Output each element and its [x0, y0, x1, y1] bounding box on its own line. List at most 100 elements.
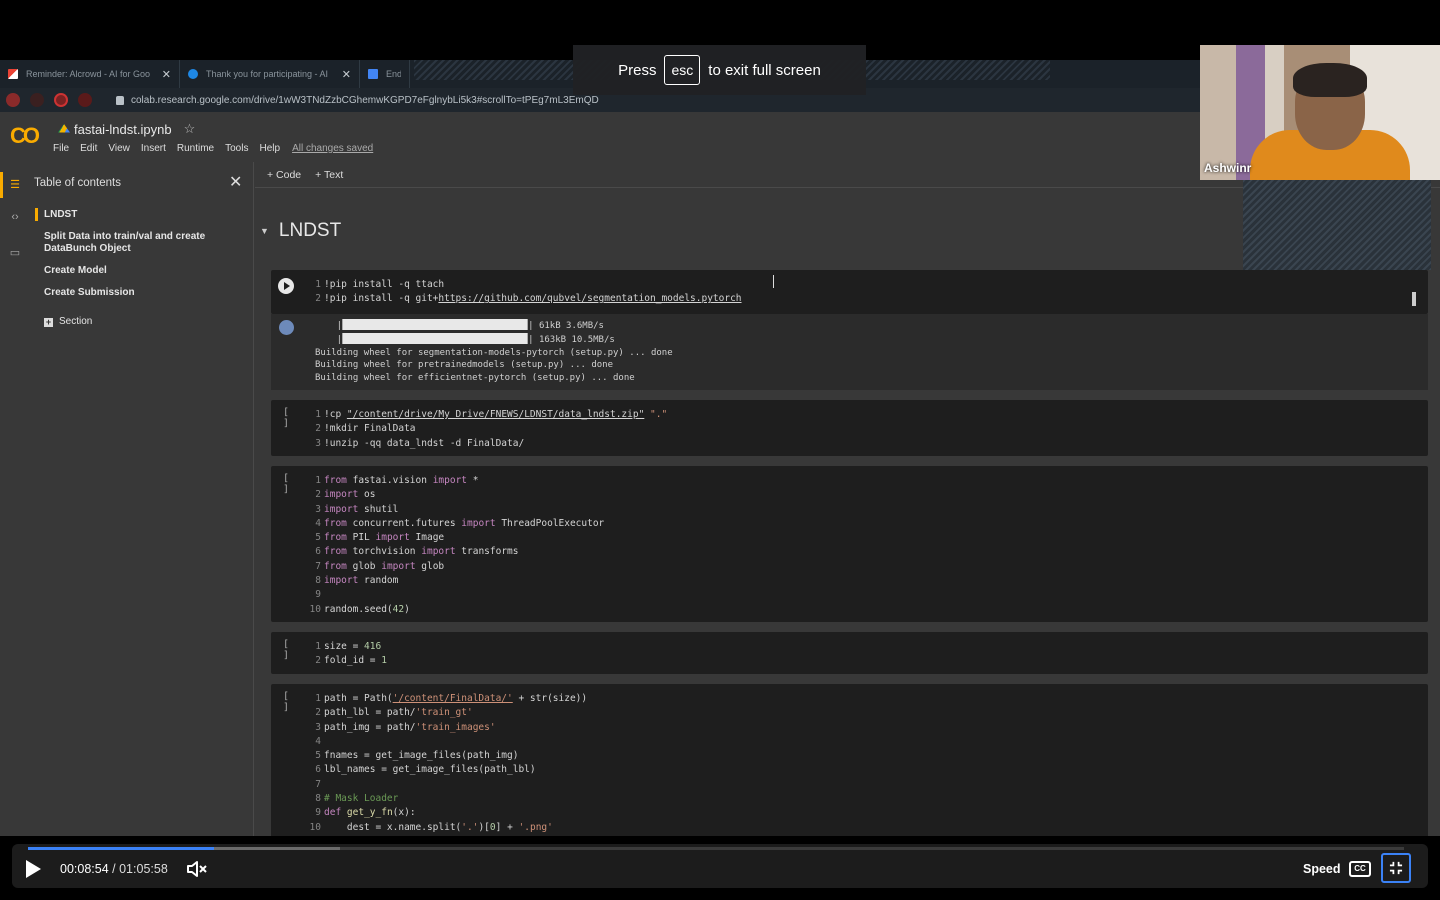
- output-line: 61kB 3.6MB/s: [538, 321, 604, 331]
- code-snippets-icon[interactable]: ‹›: [8, 211, 22, 225]
- sidebar-icon-strip: ☰ ‹› ▭: [0, 162, 28, 842]
- output-line: Building wheel for segmentation-models-p…: [315, 347, 673, 358]
- output-text: | | 61kB 3.6MB/s | | 163kB 10.5MB/s Buildi…: [315, 319, 673, 384]
- cell-scrollbar[interactable]: [1412, 292, 1416, 306]
- browser-tab-2[interactable]: Thank you for participating - AI ✕: [180, 60, 360, 88]
- cell-code[interactable]: 1 !pip install -q ttach 2 !pip install -q …: [307, 278, 741, 307]
- toc-item-split-data[interactable]: Split Data into train/val and create Dat…: [44, 231, 224, 255]
- cell-code[interactable]: 1 size = 416 2 fold_id = 1: [307, 640, 387, 669]
- code-line: !mkdir FinalData: [324, 423, 416, 435]
- code-string[interactable]: "/content/drive/My Drive/FNEWS/LDNST/dat…: [347, 409, 644, 420]
- section-label: Section: [59, 316, 93, 327]
- webcam-feed: Ashwinr: [1200, 45, 1440, 180]
- toc-item-create-submission[interactable]: Create Submission: [44, 287, 224, 299]
- save-status[interactable]: All changes saved: [292, 143, 373, 154]
- code-line: !cp: [324, 409, 347, 420]
- cell-output-1: | | 61kB 3.6MB/s | | 163kB 10.5MB/s Buildi…: [271, 314, 1428, 390]
- output-icon[interactable]: [279, 320, 294, 335]
- notebook-title[interactable]: fastai-lndst.ipynb ☆: [58, 121, 195, 137]
- close-icon[interactable]: ✕: [342, 68, 351, 81]
- player-panel: [12, 844, 1428, 888]
- home-icon[interactable]: [78, 93, 92, 107]
- cell-code[interactable]: 1 from fastai.vision import * 2 import os …: [307, 474, 605, 617]
- code-cell-4[interactable]: [ ] 1 size = 416 2 fold_id = 1: [271, 632, 1428, 674]
- output-line: 163kB 10.5MB/s: [538, 334, 615, 345]
- fullscreen-banner: Press esc to exit full screen: [573, 45, 866, 95]
- cell-code[interactable]: 1 path = Path('/content/FinalData/' + str…: [307, 692, 588, 835]
- output-line: Building wheel for pretrainedmodels (set…: [315, 360, 614, 371]
- progress-bar[interactable]: [28, 847, 1404, 850]
- progress-bar: [342, 332, 529, 344]
- play-icon[interactable]: [26, 860, 41, 878]
- toc-sidebar: ☰ ‹› ▭ Table of contents ✕ LNDST Split D…: [0, 162, 254, 842]
- code-cell-3[interactable]: [ ] 1 from fastai.vision import * 2 import…: [271, 466, 1428, 622]
- menu-edit[interactable]: Edit: [80, 143, 97, 154]
- menu-bar: File Edit View Insert Runtime Tools Help…: [53, 143, 384, 154]
- code-line: !unzip -qq data_lndst -d FinalData/: [324, 437, 525, 449]
- star-icon[interactable]: ☆: [184, 121, 196, 137]
- code-number: 416: [364, 641, 382, 652]
- add-code-button[interactable]: + Code: [267, 169, 301, 181]
- toc-item-lndst[interactable]: LNDST: [35, 208, 224, 221]
- text-cursor: [773, 275, 778, 288]
- code-line: !pip install -q git+: [324, 293, 439, 305]
- menu-insert[interactable]: Insert: [141, 143, 166, 154]
- browser-tab-1[interactable]: Reminder: Alcrowd - AI for Goo ✕: [0, 60, 180, 88]
- webcam-person-hair: [1293, 63, 1367, 97]
- url-field[interactable]: colab.research.google.com/drive/1wW3TNdZ…: [116, 95, 599, 106]
- browser-tab-3[interactable]: End-c: [360, 60, 410, 88]
- gmail-icon: [8, 69, 18, 79]
- code-cell-2[interactable]: [ ] 1 !cp "/content/drive/My Drive/FNEWS/…: [271, 400, 1428, 456]
- files-icon[interactable]: ▭: [8, 246, 22, 260]
- esc-key: esc: [664, 55, 701, 85]
- menu-help[interactable]: Help: [259, 143, 280, 154]
- run-cell-button[interactable]: [278, 278, 294, 294]
- code-line: size =: [324, 641, 365, 652]
- run-cell-button[interactable]: [ ]: [277, 691, 295, 713]
- run-cell-button[interactable]: [ ]: [277, 639, 295, 661]
- lock-icon: [116, 95, 124, 105]
- cell-code[interactable]: 1 !cp "/content/drive/My Drive/FNEWS/LDNS…: [307, 408, 667, 451]
- code-string: ".": [644, 409, 668, 420]
- collapse-caret-icon[interactable]: ▼: [260, 226, 269, 236]
- plus-icon: +: [44, 316, 53, 327]
- total-time: 01:05:58: [119, 862, 168, 876]
- toc-item-create-model[interactable]: Create Model: [44, 265, 224, 277]
- code-cell-1[interactable]: 1 !pip install -q ttach 2 !pip install -q …: [271, 270, 1428, 314]
- back-icon[interactable]: [6, 93, 20, 107]
- output-line: Building wheel for efficientnet-pytorch …: [315, 373, 635, 384]
- menu-view[interactable]: View: [108, 143, 130, 154]
- toc-title: Table of contents: [34, 177, 121, 189]
- obscured-region: [1243, 180, 1431, 270]
- code-cell-5[interactable]: [ ] 1 path = Path('/content/FinalData/' +…: [271, 684, 1428, 842]
- close-icon[interactable]: ✕: [162, 68, 171, 81]
- forward-icon[interactable]: [30, 93, 44, 107]
- exit-fullscreen-icon[interactable]: [1381, 853, 1411, 883]
- colab-page: CO fastai-lndst.ipynb ☆ File Edit View I…: [0, 112, 1440, 842]
- add-text-button[interactable]: + Text: [315, 169, 343, 181]
- close-icon[interactable]: ✕: [229, 172, 242, 192]
- url-text: colab.research.google.com/drive/1wW3TNdZ…: [131, 94, 599, 106]
- drive-icon: [58, 124, 70, 133]
- played-bar: [28, 847, 214, 850]
- speed-button[interactable]: Speed: [1303, 862, 1341, 876]
- reload-icon[interactable]: [54, 93, 68, 107]
- run-cell-button[interactable]: [ ]: [277, 473, 295, 495]
- captions-icon[interactable]: CC: [1349, 861, 1371, 877]
- toc-add-section[interactable]: + Section: [44, 316, 224, 328]
- toc-icon[interactable]: ☰: [0, 172, 22, 198]
- menu-runtime[interactable]: Runtime: [177, 143, 214, 154]
- notebook-title-text[interactable]: fastai-lndst.ipynb: [74, 122, 172, 137]
- mute-icon[interactable]: [186, 860, 208, 878]
- aicrowd-icon: [188, 69, 198, 79]
- time-display: 00:08:54 / 01:05:58: [60, 862, 168, 876]
- run-cell-button[interactable]: [ ]: [277, 407, 295, 429]
- menu-tools[interactable]: Tools: [225, 143, 248, 154]
- menu-file[interactable]: File: [53, 143, 69, 154]
- code-line: !pip install -q ttach: [324, 279, 445, 290]
- code-url[interactable]: https://github.com/qubvel/segmentation_m…: [438, 293, 741, 304]
- colab-logo[interactable]: CO: [10, 123, 40, 149]
- section-heading: ▼ LNDST: [260, 220, 341, 242]
- tab-label: Thank you for participating - AI: [206, 69, 329, 79]
- code-line: fold_id =: [324, 655, 382, 667]
